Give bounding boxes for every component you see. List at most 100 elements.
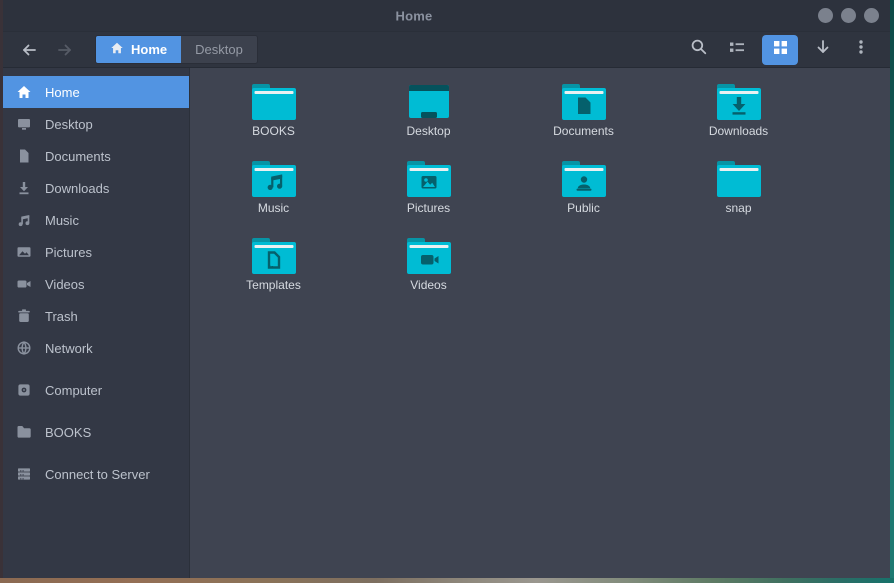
- sidebar-item-documents[interactable]: Documents: [3, 140, 189, 172]
- folder-grid: BOOKS Desktop Documents: [196, 78, 890, 309]
- folder-label: Pictures: [407, 201, 450, 215]
- arrow-right-icon: [56, 41, 74, 59]
- folder-snap[interactable]: snap: [661, 155, 816, 232]
- sidebar-item-label: Pictures: [45, 245, 92, 260]
- folder-templates[interactable]: Templates: [196, 232, 351, 309]
- forward-button[interactable]: [51, 36, 79, 64]
- menu-button[interactable]: [846, 35, 876, 65]
- file-view[interactable]: BOOKS Desktop Documents: [190, 68, 890, 578]
- folder-icon: [251, 160, 297, 198]
- arrow-left-icon: [20, 41, 38, 59]
- sidebar-item-label: Videos: [45, 277, 85, 292]
- breadcrumb-home-label: Home: [131, 42, 167, 57]
- music-icon: [16, 212, 32, 228]
- folder-label: Desktop: [406, 124, 450, 138]
- breadcrumb-desktop-label: Desktop: [195, 42, 243, 57]
- folder-videos[interactable]: Videos: [351, 232, 506, 309]
- grid-view-button[interactable]: [762, 35, 798, 65]
- sidebar-item-desktop[interactable]: Desktop: [3, 108, 189, 140]
- computer-icon: [16, 382, 32, 398]
- folder-documents[interactable]: Documents: [506, 78, 661, 155]
- breadcrumb: Home Desktop: [95, 35, 258, 64]
- list-view-icon: [728, 38, 746, 61]
- sidebar-item-label: Trash: [45, 309, 78, 324]
- folder-icon: [406, 160, 452, 198]
- download-arrow-icon: [814, 38, 832, 61]
- list-view-button[interactable]: [722, 35, 752, 65]
- folder-label: Music: [258, 201, 289, 215]
- folder-label: Documents: [553, 124, 614, 138]
- download-icon: [16, 180, 32, 196]
- sidebar-item-label: Network: [45, 341, 93, 356]
- window-button-2[interactable]: [841, 8, 856, 23]
- folder-label: snap: [725, 201, 751, 215]
- document-icon: [16, 148, 32, 164]
- folder-icon: [716, 83, 762, 121]
- search-icon: [690, 38, 708, 61]
- folder-icon: [561, 160, 607, 198]
- search-button[interactable]: [684, 35, 714, 65]
- folder-pictures[interactable]: Pictures: [351, 155, 506, 232]
- folder-music[interactable]: Music: [196, 155, 351, 232]
- folder-downloads[interactable]: Downloads: [661, 78, 816, 155]
- sidebar-item-label: Home: [45, 85, 80, 100]
- sidebar-item-label: Computer: [45, 383, 102, 398]
- sidebar-item-connect-to-server[interactable]: Connect to Server: [3, 458, 189, 490]
- sidebar-item-home[interactable]: Home: [3, 76, 189, 108]
- folder-icon: [16, 424, 32, 440]
- desktop-icon: [16, 116, 32, 132]
- folder-icon: [406, 237, 452, 275]
- titlebar[interactable]: Home: [3, 0, 890, 32]
- back-button[interactable]: [15, 36, 43, 64]
- sidebar-item-label: Music: [45, 213, 79, 228]
- sidebar-item-pictures[interactable]: Pictures: [3, 236, 189, 268]
- sidebar-item-trash[interactable]: Trash: [3, 300, 189, 332]
- folder-books[interactable]: BOOKS: [196, 78, 351, 155]
- sidebar-item-books[interactable]: BOOKS: [3, 416, 189, 448]
- grid-view-icon: [774, 41, 787, 59]
- sidebar-item-label: Documents: [45, 149, 111, 164]
- window-button-3[interactable]: [864, 8, 879, 23]
- server-icon: [16, 466, 32, 482]
- folder-icon: [561, 83, 607, 121]
- video-icon: [16, 276, 32, 292]
- sidebar: Home Desktop Documents Downloads: [3, 68, 190, 578]
- home-icon: [16, 84, 32, 100]
- sidebar-item-computer[interactable]: Computer: [3, 374, 189, 406]
- window-body: Home Desktop Documents Downloads: [3, 68, 890, 578]
- folder-label: Videos: [410, 278, 446, 292]
- toolbar: Home Desktop: [3, 32, 890, 68]
- window-title: Home: [396, 8, 433, 23]
- sidebar-item-network[interactable]: Network: [3, 332, 189, 364]
- folder-icon: [251, 83, 297, 121]
- window-controls: [818, 8, 879, 23]
- window-button-1[interactable]: [818, 8, 833, 23]
- folder-icon: [716, 160, 762, 198]
- desktop-edge-right: [890, 0, 894, 583]
- folder-public[interactable]: Public: [506, 155, 661, 232]
- desktop-wallpaper-strip: [0, 578, 894, 583]
- breadcrumb-desktop-button[interactable]: Desktop: [181, 36, 257, 63]
- menu-kebab-icon: [852, 38, 870, 61]
- folder-label: Downloads: [709, 124, 768, 138]
- folder-icon: [251, 237, 297, 275]
- monitor-icon: [406, 83, 452, 121]
- file-manager-window: Home Home Desktop: [3, 0, 890, 578]
- home-icon: [110, 41, 124, 58]
- download-arrow-button[interactable]: [808, 35, 838, 65]
- sidebar-item-label: Desktop: [45, 117, 93, 132]
- sidebar-item-label: BOOKS: [45, 425, 91, 440]
- network-icon: [16, 340, 32, 356]
- breadcrumb-home-button[interactable]: Home: [96, 36, 181, 63]
- sidebar-item-music[interactable]: Music: [3, 204, 189, 236]
- picture-icon: [16, 244, 32, 260]
- sidebar-item-label: Connect to Server: [45, 467, 150, 482]
- folder-label: Templates: [246, 278, 301, 292]
- folder-label: Public: [567, 201, 600, 215]
- trash-icon: [16, 308, 32, 324]
- folder-label: BOOKS: [252, 124, 295, 138]
- folder-desktop[interactable]: Desktop: [351, 78, 506, 155]
- sidebar-item-downloads[interactable]: Downloads: [3, 172, 189, 204]
- sidebar-item-label: Downloads: [45, 181, 109, 196]
- sidebar-item-videos[interactable]: Videos: [3, 268, 189, 300]
